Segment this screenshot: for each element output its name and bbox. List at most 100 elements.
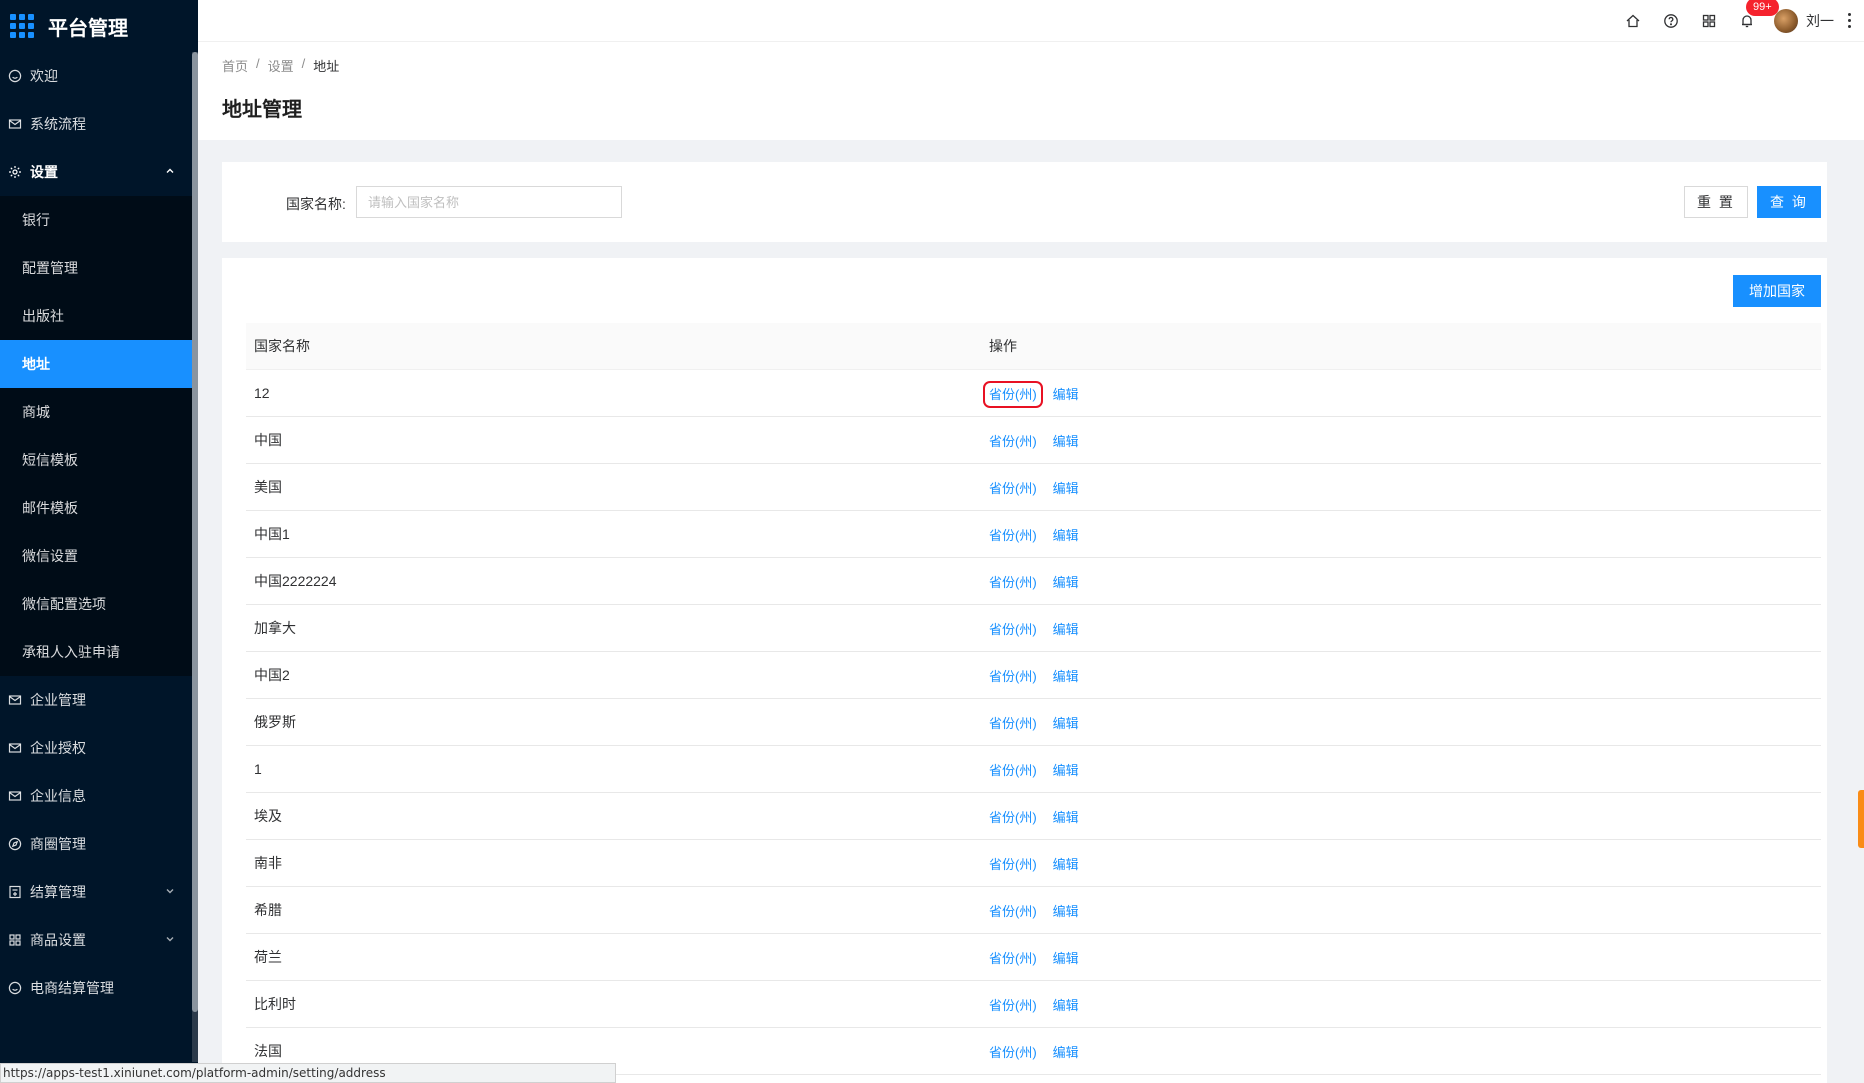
sidebar-subitem[interactable]: 微信配置选项 xyxy=(0,580,198,628)
home-icon[interactable] xyxy=(1614,0,1652,42)
table-row: 中国1 省份(州) 编辑 xyxy=(246,511,1821,558)
provinces-link[interactable]: 省份(州) xyxy=(989,669,1037,684)
edit-link[interactable]: 编辑 xyxy=(1053,481,1079,496)
breadcrumb-separator: / xyxy=(256,56,260,71)
sidebar-item[interactable]: 商圈管理 xyxy=(0,820,198,868)
sidebar-subitem[interactable]: 出版社 xyxy=(0,292,198,340)
page-title: 地址管理 xyxy=(222,99,302,121)
edit-link[interactable]: 编辑 xyxy=(1053,904,1079,919)
sidebar-item[interactable]: 结算管理 xyxy=(0,868,198,916)
column-header-country-name: 国家名称 xyxy=(254,338,310,354)
mail-icon xyxy=(8,789,22,803)
sidebar-item[interactable]: 设置 xyxy=(0,148,198,196)
sidebar-item-label: 系统流程 xyxy=(30,116,86,132)
edit-link[interactable]: 编辑 xyxy=(1053,716,1079,731)
sidebar-subitem[interactable]: 商城 xyxy=(0,388,198,436)
apps-grid-icon xyxy=(10,14,34,38)
provinces-link[interactable]: 省份(州) xyxy=(989,1045,1037,1060)
actions-cell: 省份(州) 编辑 xyxy=(981,948,1821,967)
breadcrumb-settings[interactable]: 设置 xyxy=(268,56,294,75)
provinces-link[interactable]: 省份(州) xyxy=(989,810,1037,825)
edit-link[interactable]: 编辑 xyxy=(1053,528,1079,543)
provinces-link[interactable]: 省份(州) xyxy=(989,622,1037,637)
provinces-link[interactable]: 省份(州) xyxy=(989,951,1037,966)
user-name: 刘一 xyxy=(1806,12,1834,29)
edit-link[interactable]: 编辑 xyxy=(1053,857,1079,872)
edit-link[interactable]: 编辑 xyxy=(1053,763,1079,778)
smile-icon xyxy=(8,981,22,995)
provinces-link[interactable]: 省份(州) xyxy=(989,763,1037,778)
user-menu[interactable]: 刘一 xyxy=(1774,8,1834,33)
table-row: 美国 省份(州) 编辑 xyxy=(246,464,1821,511)
provinces-link[interactable]: 省份(州) xyxy=(989,481,1037,496)
table-panel: 增加国家 国家名称 操作 12 省份(州) 编辑 中国 省份(州) 编辑 美国 省份(州) 编辑… xyxy=(222,258,1827,1083)
breadcrumb-home[interactable]: 首页 xyxy=(222,56,248,75)
actions-cell: 省份(州) 编辑 xyxy=(981,713,1821,732)
provinces-link[interactable]: 省份(州) xyxy=(989,716,1037,731)
provinces-link[interactable]: 省份(州) xyxy=(989,434,1037,449)
country-name-input[interactable] xyxy=(356,186,622,218)
sidebar-submenu: 银行 配置管理 出版社 地址 商城 短信模板 邮件模板 微信设置 微信配置选项 承租人入驻申请 xyxy=(0,196,198,676)
sidebar-item[interactable]: 企业管理 xyxy=(0,676,198,724)
sidebar-subitem[interactable]: 短信模板 xyxy=(0,436,198,484)
edit-link[interactable]: 编辑 xyxy=(1053,951,1079,966)
app-logo[interactable]: 平台管理 xyxy=(0,0,198,52)
top-bar: 99+ 刘一 xyxy=(198,0,1864,42)
sidebar-subitem[interactable]: 配置管理 xyxy=(0,244,198,292)
actions-cell: 省份(州) 编辑 xyxy=(981,619,1821,638)
provinces-link[interactable]: 省份(州) xyxy=(989,904,1037,919)
sidebar-item[interactable]: 欢迎 xyxy=(0,52,198,100)
sidebar-item[interactable]: 企业信息 xyxy=(0,772,198,820)
sidebar-item-label: 欢迎 xyxy=(30,68,58,84)
sidebar-subitem[interactable]: 邮件模板 xyxy=(0,484,198,532)
provinces-link[interactable]: 省份(州) xyxy=(989,575,1037,590)
more-vertical-icon[interactable] xyxy=(1848,13,1852,28)
edit-link[interactable]: 编辑 xyxy=(1053,434,1079,449)
sidebar-item[interactable]: 系统流程 xyxy=(0,100,198,148)
reset-button[interactable]: 重 置 xyxy=(1684,186,1748,218)
sidebar-item[interactable]: 企业授权 xyxy=(0,724,198,772)
provinces-link[interactable]: 省份(州) xyxy=(989,857,1037,872)
edit-link[interactable]: 编辑 xyxy=(1053,387,1079,402)
sidebar-item-label: 企业授权 xyxy=(30,740,86,756)
table-row: 希腊 省份(州) 编辑 xyxy=(246,887,1821,934)
help-icon[interactable] xyxy=(1652,0,1690,42)
provinces-link[interactable]: 省份(州) xyxy=(989,528,1037,543)
actions-cell: 省份(州) 编辑 xyxy=(981,380,1821,408)
edit-link[interactable]: 编辑 xyxy=(1053,810,1079,825)
notification-bell-icon[interactable]: 99+ xyxy=(1728,0,1779,42)
country-name-cell: 1 xyxy=(254,761,262,777)
apps-icon[interactable] xyxy=(1690,0,1728,42)
mail-icon xyxy=(8,117,22,131)
actions-cell: 省份(州) 编辑 xyxy=(981,995,1821,1014)
actions-cell: 省份(州) 编辑 xyxy=(981,525,1821,544)
table-row: 中国2 省份(州) 编辑 xyxy=(246,652,1821,699)
notification-badge: 99+ xyxy=(1746,0,1779,16)
provinces-link[interactable]: 省份(州) xyxy=(983,380,1043,408)
sidebar-item[interactable]: 电商结算管理 xyxy=(0,964,198,1012)
edit-link[interactable]: 编辑 xyxy=(1053,998,1079,1013)
sidebar-subitem[interactable]: 承租人入驻申请 xyxy=(0,628,198,676)
column-header-actions: 操作 xyxy=(989,338,1017,354)
table-row: 中国2222224 省份(州) 编辑 xyxy=(246,558,1821,605)
sidebar-item-label: 设置 xyxy=(30,164,58,180)
calculator-icon xyxy=(8,885,22,899)
sidebar-item-label: 结算管理 xyxy=(30,884,86,900)
search-panel: 国家名称: 重 置 查 询 xyxy=(222,162,1827,242)
breadcrumb-current: 地址 xyxy=(313,59,340,74)
provinces-link[interactable]: 省份(州) xyxy=(989,998,1037,1013)
actions-cell: 省份(州) 编辑 xyxy=(981,1042,1821,1061)
sidebar-subitem[interactable]: 银行 xyxy=(0,196,198,244)
sidebar-subitem[interactable]: 微信设置 xyxy=(0,532,198,580)
sidebar-scrollbar[interactable] xyxy=(192,52,198,1062)
country-name-cell: 埃及 xyxy=(254,808,282,824)
sidebar-subitem[interactable]: 地址 xyxy=(0,340,192,388)
edit-link[interactable]: 编辑 xyxy=(1053,622,1079,637)
edit-link[interactable]: 编辑 xyxy=(1053,575,1079,590)
edit-link[interactable]: 编辑 xyxy=(1053,669,1079,684)
add-country-button[interactable]: 增加国家 xyxy=(1733,275,1821,307)
sidebar-item[interactable]: 商品设置 xyxy=(0,916,198,964)
side-widget-tab[interactable] xyxy=(1858,790,1864,848)
query-button[interactable]: 查 询 xyxy=(1757,186,1821,218)
edit-link[interactable]: 编辑 xyxy=(1053,1045,1079,1060)
